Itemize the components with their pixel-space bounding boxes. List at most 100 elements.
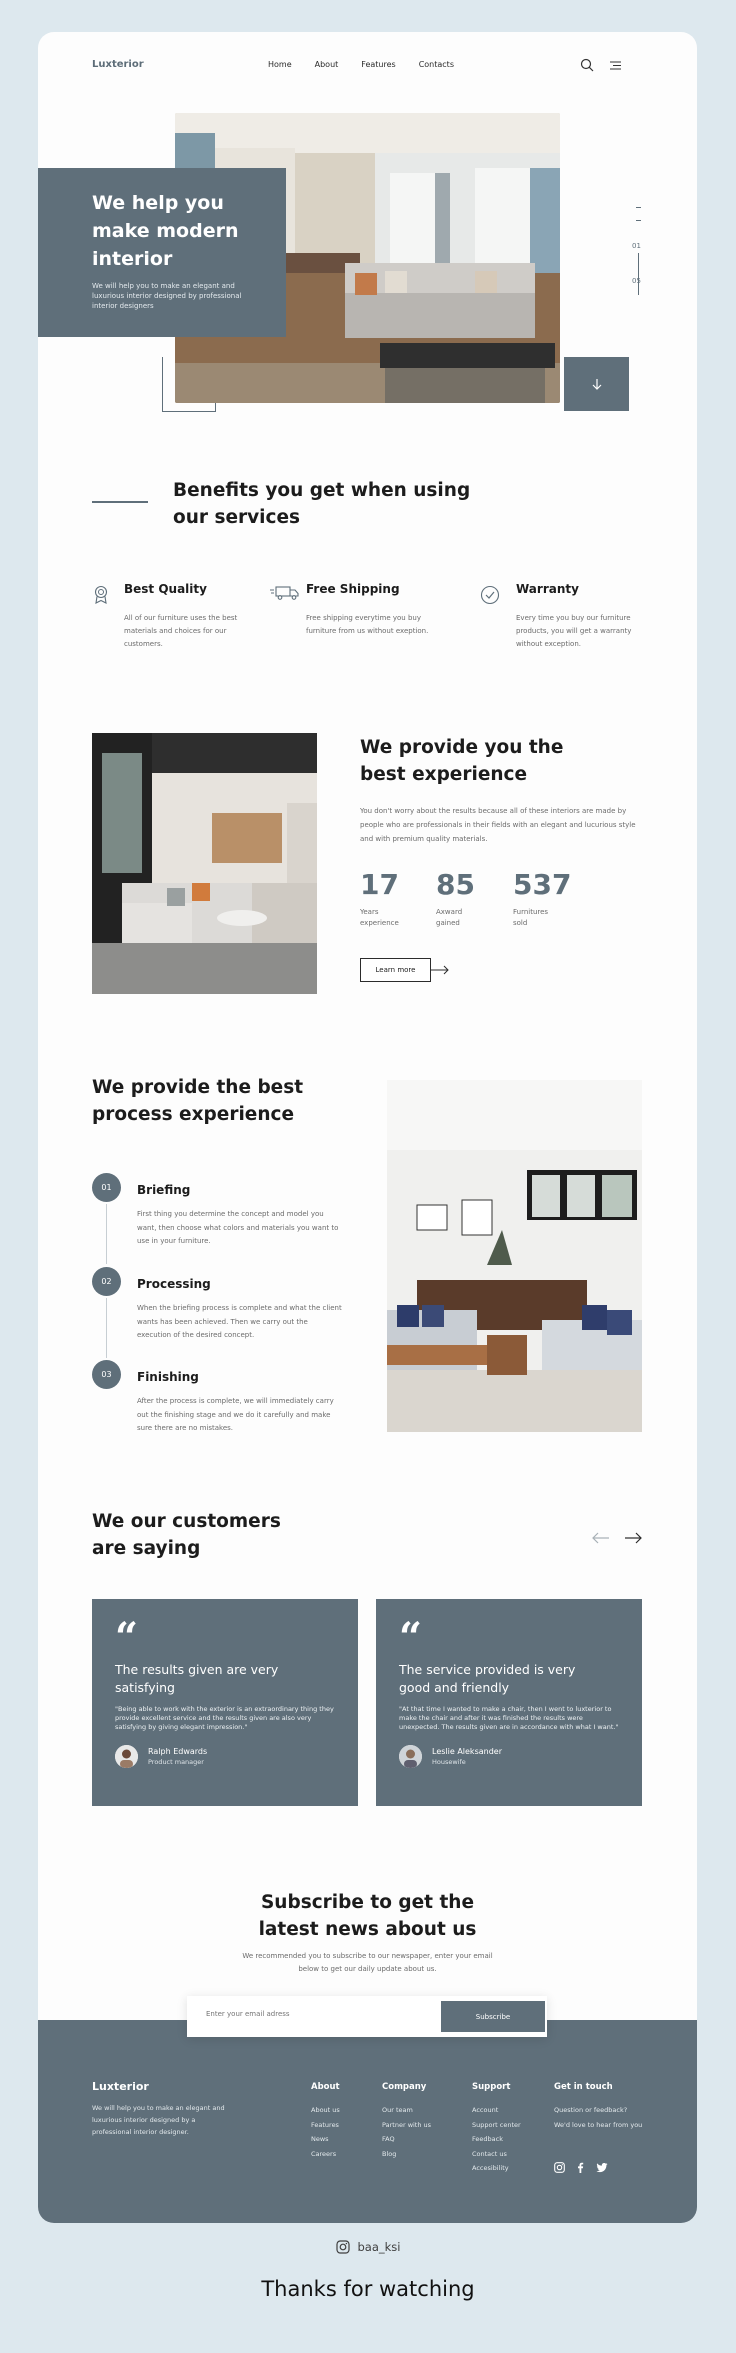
footer-link[interactable]: About us (311, 2103, 340, 2118)
nav-links: Home About Features Contacts (268, 60, 454, 69)
subscribe-title: Subscribe to get the latest news about u… (38, 1889, 697, 1943)
benefit-item: Warranty Every time you buy our furnitur… (480, 582, 650, 651)
footer-link[interactable]: Careers (311, 2147, 340, 2162)
slide-indicator-total: 05 (632, 277, 641, 285)
search-icon[interactable] (580, 58, 594, 72)
award-icon (94, 585, 108, 604)
subscribe-form: Subscribe (187, 1996, 547, 2037)
step-connector-line (106, 1204, 107, 1264)
step-title: Processing (137, 1277, 211, 1291)
author-name: Ralph Edwards (148, 1747, 208, 1756)
footer-column-support: Support Account Support center Feedback … (472, 2082, 521, 2176)
facebook-icon[interactable] (575, 2162, 586, 2173)
experience-interior-image (92, 733, 317, 994)
footer-link[interactable]: Support center (472, 2118, 521, 2133)
experience-title: We provide you the best experience (360, 737, 564, 785)
step-title: Finishing (137, 1370, 199, 1384)
footer-link[interactable]: News (311, 2132, 340, 2147)
credit: baa_ksi (0, 2240, 736, 2254)
footer-link[interactable]: Feedback (472, 2132, 521, 2147)
author-role: Housewife (432, 1758, 466, 1766)
scroll-down-button[interactable] (564, 357, 629, 411)
step-title: Briefing (137, 1183, 191, 1197)
process-living-room-image (387, 1080, 642, 1432)
testimonial-body: "At that time I wanted to make a chair, … (399, 1705, 619, 1731)
footer-link[interactable]: Blog (382, 2147, 431, 2162)
nav-about[interactable]: About (315, 60, 339, 69)
footer-logo[interactable]: Luxterior (92, 2080, 149, 2093)
subscribe-title-text: Subscribe to get the latest news about u… (258, 1892, 477, 1940)
check-circle-icon (480, 585, 500, 605)
arrow-right-icon[interactable] (624, 1532, 642, 1544)
footer-column-head: Company (382, 2082, 427, 2092)
stat-label: Axward gained (436, 908, 463, 927)
footer-link[interactable]: Our team (382, 2103, 431, 2118)
nav-home[interactable]: Home (268, 60, 292, 69)
footer-column-about: About About us Features News Careers (311, 2082, 340, 2161)
email-input[interactable] (206, 2010, 406, 2018)
author-name: Leslie Aleksander (432, 1747, 502, 1756)
testimonial-headline: The results given are very satisfying (115, 1662, 279, 1695)
arrow-left-icon[interactable] (592, 1532, 610, 1544)
stat-number: 17 (360, 868, 399, 901)
footer-column-contact: Get in touch Question or feedback? We'd … (554, 2082, 642, 2132)
instagram-icon[interactable] (554, 2162, 565, 2173)
truck-icon (270, 586, 299, 600)
footer-link[interactable]: Contact us (472, 2147, 521, 2162)
social-links (554, 2162, 608, 2173)
benefit-name: Free Shipping (306, 582, 400, 596)
learn-more-button[interactable]: Learn more (360, 958, 431, 982)
benefit-name: Warranty (516, 582, 579, 596)
nav-features[interactable]: Features (361, 60, 395, 69)
testimonial-body: "Being able to work with the exterior is… (115, 1705, 334, 1731)
logo[interactable]: Luxterior (92, 59, 144, 70)
benefits-title: Benefits you get when using our services (173, 480, 471, 528)
benefit-desc: Free shipping everytime you buy furnitur… (306, 614, 429, 635)
step-desc: When the briefing process is complete an… (137, 1304, 342, 1339)
instagram-icon (335, 2240, 350, 2254)
stat-number: 85 (436, 868, 475, 901)
footer-link[interactable]: Features (311, 2118, 340, 2133)
hero-text-box: We help you make modern interior We will… (38, 168, 286, 337)
subscribe-button[interactable]: Subscribe (441, 2001, 545, 2032)
footer: Luxterior We will help you to make an el… (38, 2020, 697, 2223)
step-number-badge: 03 (92, 1360, 121, 1389)
testimonials-title: We our customers are saying (92, 1511, 281, 1559)
slide-tick (636, 220, 641, 221)
stat-item: 85 Axward gained (436, 868, 486, 929)
step-desc: First thing you determine the concept an… (137, 1210, 339, 1245)
twitter-icon[interactable] (596, 2162, 608, 2173)
step-connector-line (106, 1298, 107, 1358)
footer-link[interactable]: Accesibility (472, 2161, 521, 2176)
footer-column-company: Company Our team Partner with us FAQ Blo… (382, 2082, 431, 2161)
benefit-item: Best Quality All of our furniture uses t… (92, 582, 237, 651)
benefit-desc: All of our furniture uses the best mater… (124, 614, 238, 648)
hero-subtitle: We will help you to make an elegant and … (92, 282, 242, 310)
menu-icon[interactable] (609, 60, 622, 71)
arrow-right-icon (430, 965, 449, 975)
nav-contacts[interactable]: Contacts (419, 60, 454, 69)
footer-link[interactable]: Partner with us (382, 2118, 431, 2133)
page-card: Luxterior Home About Features Contacts W… (38, 32, 697, 2223)
arrow-down-icon (592, 379, 601, 390)
testimonial-card: “ The results given are very satisfying … (92, 1599, 358, 1806)
benefit-desc: Every time you buy our furniture product… (516, 614, 632, 648)
hero-title: We help you make modern interior (92, 192, 239, 270)
benefit-item: Free Shipping Free shipping everytime yo… (270, 582, 428, 638)
process-title: We provide the best process experience (92, 1077, 304, 1125)
quote-icon: “ (399, 1614, 423, 1661)
slide-tick (636, 207, 641, 208)
footer-link[interactable]: Account (472, 2103, 521, 2118)
stat-number: 537 (513, 868, 572, 901)
footer-link[interactable]: Question or feedback? (554, 2103, 642, 2118)
footer-link[interactable]: FAQ (382, 2132, 431, 2147)
footer-column-head: Support (472, 2082, 511, 2092)
footer-link[interactable]: We'd love to hear from you (554, 2118, 642, 2133)
author-role: Product manager (148, 1758, 204, 1766)
subscribe-desc-text: We recommended you to subscribe to our n… (242, 1952, 493, 1973)
stat-item: 537 Furnitures sold (513, 868, 571, 929)
experience-desc: You don't worry about the results becaus… (360, 807, 636, 843)
stat-label: Furnitures sold (513, 908, 549, 927)
slide-indicator-current: 01 (632, 242, 641, 250)
credit-handle[interactable]: baa_ksi (358, 2240, 401, 2254)
